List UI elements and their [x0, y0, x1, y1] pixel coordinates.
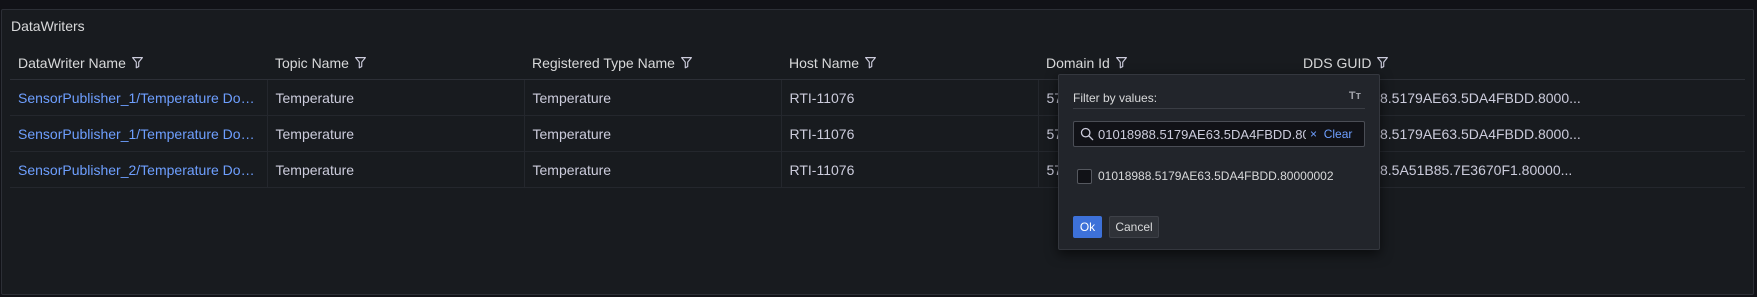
table-cell: Temperature: [524, 115, 782, 152]
table-cell: RTI-11076: [781, 151, 1039, 188]
table-header-row: DataWriter Name Topic Name Registered Ty…: [10, 47, 1745, 80]
column-header-registered-type-name[interactable]: Registered Type Name: [524, 47, 781, 80]
table-cell: RTI-11076: [781, 79, 1039, 116]
ok-button[interactable]: Ok: [1073, 216, 1102, 238]
table-cell: Temperature: [524, 79, 782, 116]
table-row: SensorPublisher_1/Temperature Dom... Tem…: [10, 115, 1745, 152]
clear-label: Clear: [1323, 127, 1353, 141]
filter-search-box: × Clear: [1073, 121, 1365, 147]
filter-icon[interactable]: [864, 56, 877, 69]
filter-search-input[interactable]: [1098, 124, 1306, 144]
filter-popup: Filter by values: Tт × Clear 01018988.51…: [1058, 74, 1380, 250]
table-cell: Temperature: [524, 151, 782, 188]
datawriters-panel: DataWriters DataWriter Name Topic Name R…: [1, 9, 1754, 295]
filter-icon[interactable]: [1115, 56, 1128, 69]
search-icon: [1080, 127, 1094, 141]
column-header-host-name[interactable]: Host Name: [781, 47, 1038, 80]
case-sensitive-icon[interactable]: Tт: [1349, 90, 1361, 102]
datawriter-name-link[interactable]: SensorPublisher_1/Temperature Dom...: [10, 79, 268, 116]
option-label: 01018988.5179AE63.5DA4FBDD.80000002: [1098, 169, 1334, 183]
column-header-topic-name[interactable]: Topic Name: [267, 47, 524, 80]
table-row: SensorPublisher_2/Temperature Dom... Tem…: [10, 151, 1745, 188]
option-checkbox[interactable]: [1077, 169, 1092, 184]
filter-icon[interactable]: [1376, 56, 1389, 69]
filter-icon[interactable]: [680, 56, 693, 69]
table-cell: Temperature: [267, 115, 525, 152]
datawriter-name-link[interactable]: SensorPublisher_2/Temperature Dom...: [10, 151, 268, 188]
table-row: SensorPublisher_1/Temperature Dom... Tem…: [10, 79, 1745, 116]
clear-button[interactable]: × Clear: [1310, 127, 1352, 141]
datawriter-name-link[interactable]: SensorPublisher_1/Temperature Dom...: [10, 115, 268, 152]
close-icon: ×: [1310, 127, 1318, 141]
filter-icon[interactable]: [131, 56, 144, 69]
divider: [1073, 108, 1365, 109]
cancel-button[interactable]: Cancel: [1109, 216, 1159, 238]
table-cell: RTI-11076: [781, 115, 1039, 152]
panel-title: DataWriters: [11, 18, 85, 34]
table-cell: Temperature: [267, 151, 525, 188]
column-header-datawriter-name[interactable]: DataWriter Name: [10, 47, 267, 80]
filter-icon[interactable]: [354, 56, 367, 69]
filter-by-values-label: Filter by values:: [1073, 91, 1158, 105]
datawriters-table: DataWriter Name Topic Name Registered Ty…: [10, 47, 1745, 188]
table-cell: Temperature: [267, 79, 525, 116]
